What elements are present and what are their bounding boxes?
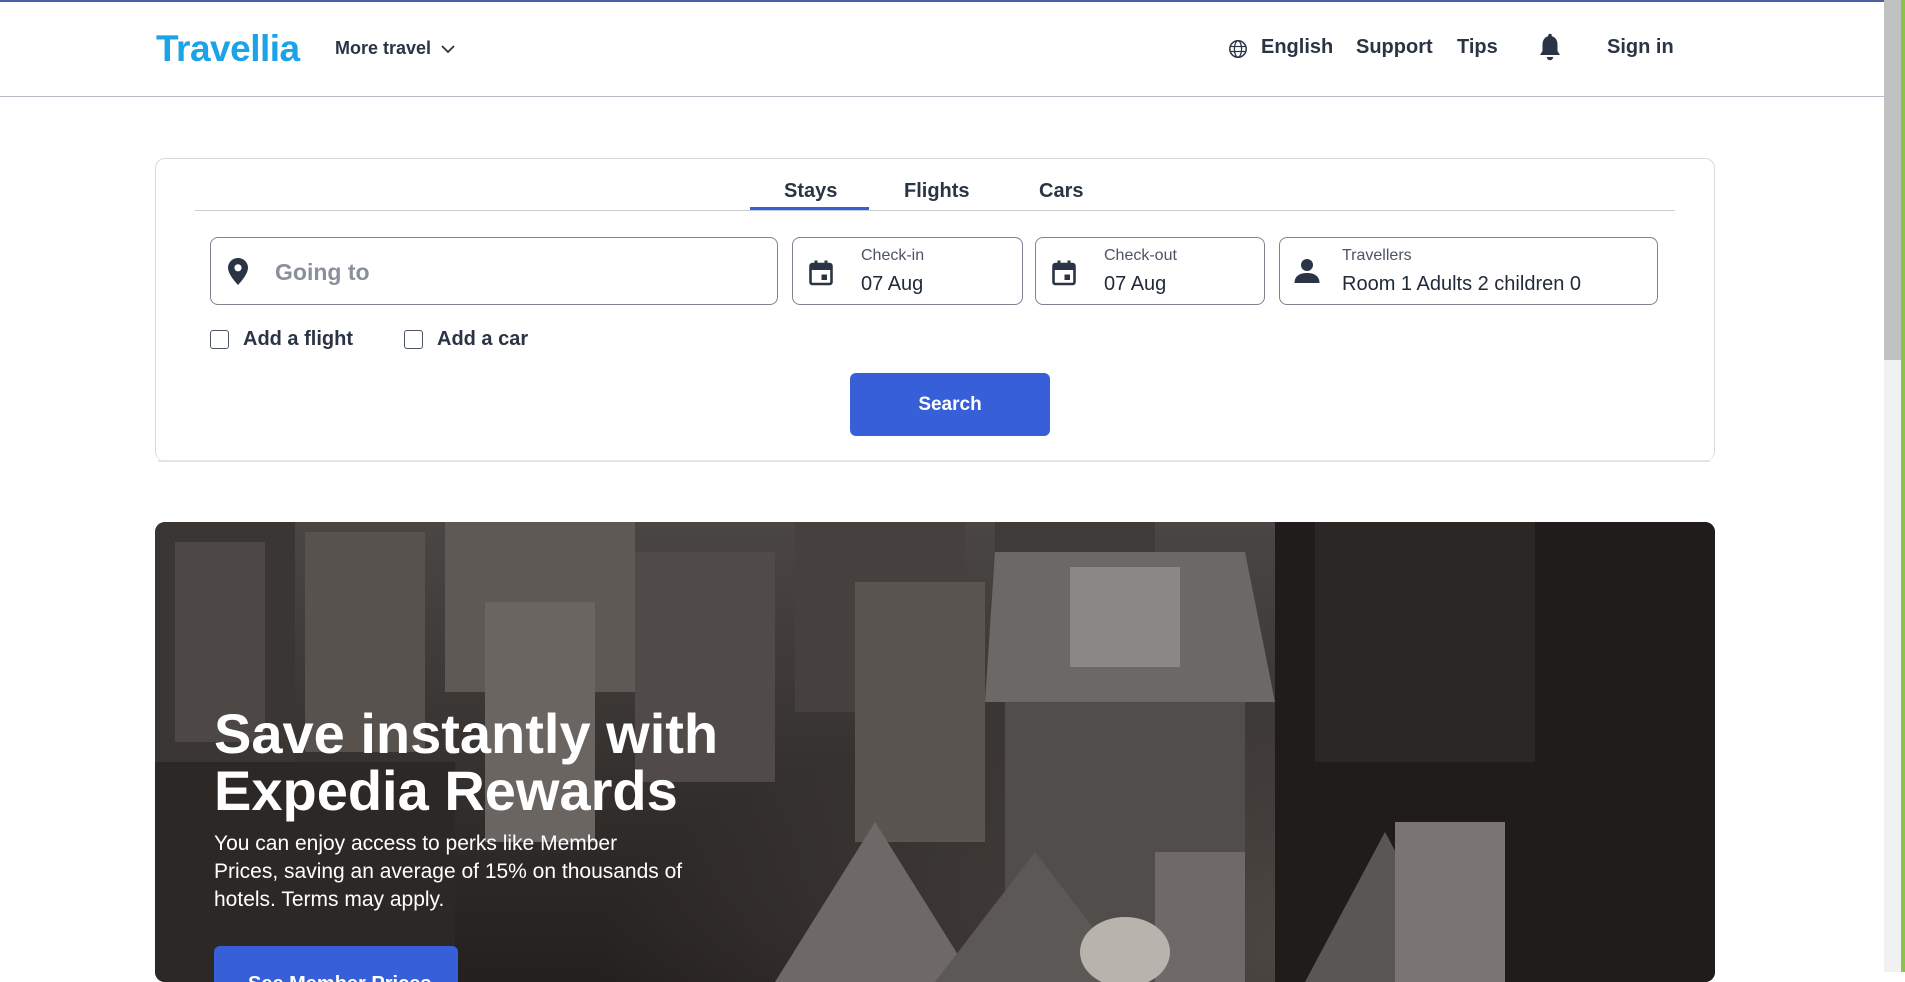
checkout-value: 07 Aug xyxy=(1104,273,1167,295)
globe-icon xyxy=(1228,39,1248,64)
person-icon xyxy=(1294,259,1320,288)
active-tab-indicator xyxy=(750,207,869,210)
destination-input[interactable] xyxy=(273,252,757,292)
search-button[interactable]: Search xyxy=(850,373,1050,436)
see-member-prices-button[interactable]: See Member Prices xyxy=(214,946,458,982)
chevron-down-icon xyxy=(441,38,455,59)
destination-field[interactable] xyxy=(210,237,778,305)
tips-link[interactable]: Tips xyxy=(1457,36,1498,59)
support-link[interactable]: Support xyxy=(1356,36,1433,59)
location-pin-icon xyxy=(228,258,248,290)
travellers-value: Room 1 Adults 2 children 0 xyxy=(1342,273,1582,295)
travellers-field[interactable]: Travellers Room 1 Adults 2 children 0 xyxy=(1279,237,1658,305)
tab-stays[interactable]: Stays xyxy=(784,180,837,203)
checkbox-icon[interactable] xyxy=(404,330,423,349)
rewards-hero-banner: Save instantly with Expedia Rewards You … xyxy=(155,522,1715,982)
site-header: Travellia More travel English Support Ti… xyxy=(0,2,1884,97)
bell-icon[interactable] xyxy=(1537,33,1563,68)
hero-description: You can enjoy access to perks like Membe… xyxy=(214,832,683,911)
checkout-label: Check-out xyxy=(1104,247,1177,264)
more-travel-label: More travel xyxy=(335,38,432,58)
search-card-divider xyxy=(158,460,1710,462)
checkin-label: Check-in xyxy=(861,247,925,264)
add-car-label: Add a car xyxy=(437,328,529,350)
add-flight-checkbox[interactable]: Add a flight xyxy=(210,328,353,351)
sign-in-link[interactable]: Sign in xyxy=(1607,36,1674,59)
calendar-icon xyxy=(809,260,833,291)
hero-title: Save instantly with Expedia Rewards xyxy=(214,702,719,822)
add-flight-label: Add a flight xyxy=(243,328,353,350)
language-selector[interactable]: English xyxy=(1261,36,1333,59)
tab-flights[interactable]: Flights xyxy=(904,180,970,203)
add-car-checkbox[interactable]: Add a car xyxy=(404,328,528,351)
tab-cars[interactable]: Cars xyxy=(1039,180,1083,203)
checkout-field[interactable]: Check-out 07 Aug xyxy=(1035,237,1265,305)
window-edge-accent xyxy=(1901,0,1905,972)
checkbox-icon[interactable] xyxy=(210,330,229,349)
calendar-icon xyxy=(1052,260,1076,291)
checkin-value: 07 Aug xyxy=(861,273,924,295)
travellers-label: Travellers xyxy=(1342,247,1412,264)
more-travel-menu[interactable]: More travel xyxy=(335,38,455,59)
tabs-divider xyxy=(195,210,1675,211)
logo[interactable]: Travellia xyxy=(156,28,300,70)
checkin-field[interactable]: Check-in 07 Aug xyxy=(792,237,1023,305)
